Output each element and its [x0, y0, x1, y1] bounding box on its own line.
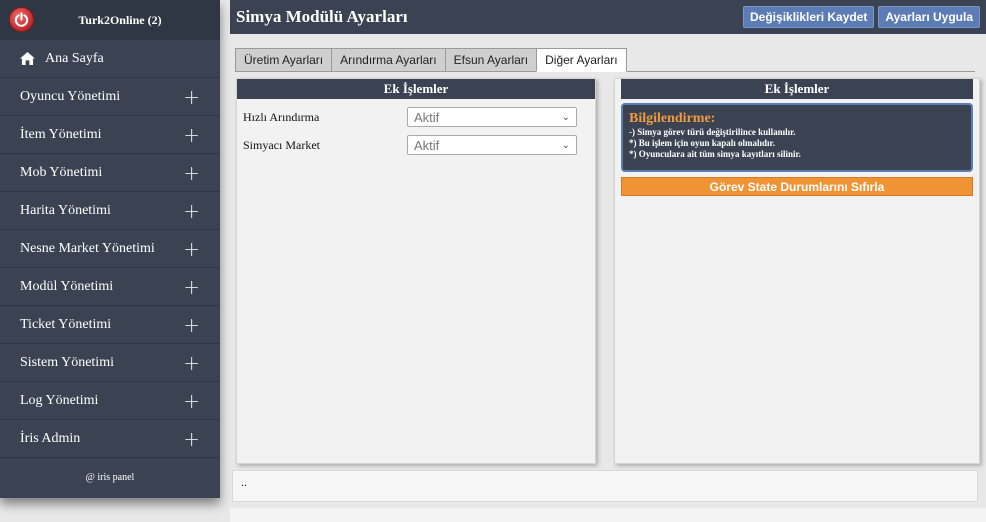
tab-other[interactable]: Diğer Ayarları	[536, 48, 627, 72]
plus-icon: +	[183, 160, 200, 185]
tab-production[interactable]: Üretim Ayarları	[235, 48, 332, 72]
sidebar-item-label: Nesne Market Yönetimi	[20, 240, 155, 256]
page-title: Simya Modülü Ayarları	[236, 7, 408, 26]
sidebar-item-label: Ticket Yönetimi	[20, 316, 112, 332]
plus-icon: +	[183, 84, 200, 109]
plus-icon: +	[183, 122, 200, 147]
fast-refine-label: Hızlı Arındırma	[243, 109, 320, 124]
reset-quest-state-button[interactable]: Görev State Durumlarını Sıfırla	[621, 177, 973, 196]
sidebar-item-maps[interactable]: Harita Yönetimi +	[0, 192, 220, 230]
info-line: *) Oyunculara ait tüm simya kayıtları si…	[629, 149, 801, 159]
panel-title: Ek İşlemler	[621, 79, 973, 99]
sidebar-item-label: Harita Yönetimi	[20, 202, 111, 218]
info-box: Bilgilendirme: -) Simya görev türü değiş…	[621, 103, 973, 172]
form-row: Simyacı Market Aktif ⌄	[237, 131, 595, 159]
sidebar-item-label: İtem Yönetimi	[20, 126, 102, 142]
alchemist-market-label: Simyacı Market	[243, 137, 320, 152]
plus-icon: +	[183, 388, 200, 413]
sidebar-item-items[interactable]: İtem Yönetimi +	[0, 116, 220, 154]
info-line: *) Bu işlem için oyun kapalı olmalıdır.	[629, 138, 775, 148]
sidebar-item-label: Sistem Yönetimi	[20, 354, 114, 370]
tab-bar: Üretim Ayarları Arındırma Ayarları Efsun…	[235, 48, 627, 72]
plus-icon: +	[183, 426, 200, 451]
sidebar-item-label: İris Admin	[20, 430, 81, 446]
left-panel: Ek İşlemler Hızlı Arındırma Aktif ⌄ Simy…	[236, 78, 596, 464]
fast-refine-select[interactable]: Aktif ⌄	[407, 107, 577, 127]
sidebar-item-iris-admin[interactable]: İris Admin +	[0, 420, 220, 458]
info-title: Bilgilendirme:	[629, 111, 716, 126]
plus-icon: +	[183, 198, 200, 223]
sidebar-footer: @ iris panel	[85, 471, 135, 483]
plus-icon: +	[183, 312, 200, 337]
panel-title: Ek İşlemler	[237, 79, 595, 99]
apply-settings-button[interactable]: Ayarları Uygula	[878, 6, 980, 28]
plus-icon: +	[183, 350, 200, 375]
right-panel: Ek İşlemler Bilgilendirme: -) Simya göre…	[614, 78, 980, 464]
select-value: Aktif	[414, 109, 440, 125]
chevron-down-icon: ⌄	[561, 111, 570, 123]
save-changes-button[interactable]: Değişiklikleri Kaydet	[743, 6, 875, 28]
sidebar-item-players[interactable]: Oyuncu Yönetimi +	[0, 78, 220, 116]
sidebar-item-label: Modül Yönetimi	[20, 278, 114, 294]
top-bar: Simya Modülü Ayarları Değişiklikleri Kay…	[230, 0, 986, 34]
info-line: -) Simya görev türü değiştirilince kulla…	[629, 127, 796, 137]
sidebar-item-logs[interactable]: Log Yönetimi +	[0, 382, 220, 420]
sidebar-item-label: Ana Sayfa	[45, 50, 104, 66]
sidebar-item-modules[interactable]: Modül Yönetimi +	[0, 268, 220, 306]
tab-refining[interactable]: Arındırma Ayarları	[331, 48, 445, 72]
sidebar-header: Turk2Online (2)	[0, 0, 220, 40]
sidebar-item-label: Oyuncu Yönetimi	[20, 88, 121, 104]
sidebar-item-mobs[interactable]: Mob Yönetimi +	[0, 154, 220, 192]
sidebar-item-system[interactable]: Sistem Yönetimi +	[0, 344, 220, 382]
tab-enchant[interactable]: Efsun Ayarları	[444, 48, 537, 72]
sidebar-item-label: Mob Yönetimi	[20, 164, 103, 180]
home-icon	[20, 52, 35, 65]
sidebar-item-tickets[interactable]: Ticket Yönetimi +	[0, 306, 220, 344]
alchemist-market-select[interactable]: Aktif ⌄	[407, 135, 577, 155]
sidebar-item-home[interactable]: Ana Sayfa	[0, 40, 220, 78]
sidebar-item-item-market[interactable]: Nesne Market Yönetimi +	[0, 230, 220, 268]
chevron-down-icon: ⌄	[561, 139, 570, 151]
form-row: Hızlı Arındırma Aktif ⌄	[237, 103, 595, 131]
plus-icon: +	[183, 236, 200, 261]
sidebar: Turk2Online (2) Ana Sayfa Oyuncu Yönetim…	[0, 0, 220, 498]
sidebar-item-label: Log Yönetimi	[20, 392, 99, 408]
power-icon[interactable]	[9, 7, 34, 32]
status-box: ..	[232, 470, 978, 502]
plus-icon: +	[183, 274, 200, 299]
select-value: Aktif	[414, 137, 440, 153]
bottom-strip	[230, 508, 986, 522]
